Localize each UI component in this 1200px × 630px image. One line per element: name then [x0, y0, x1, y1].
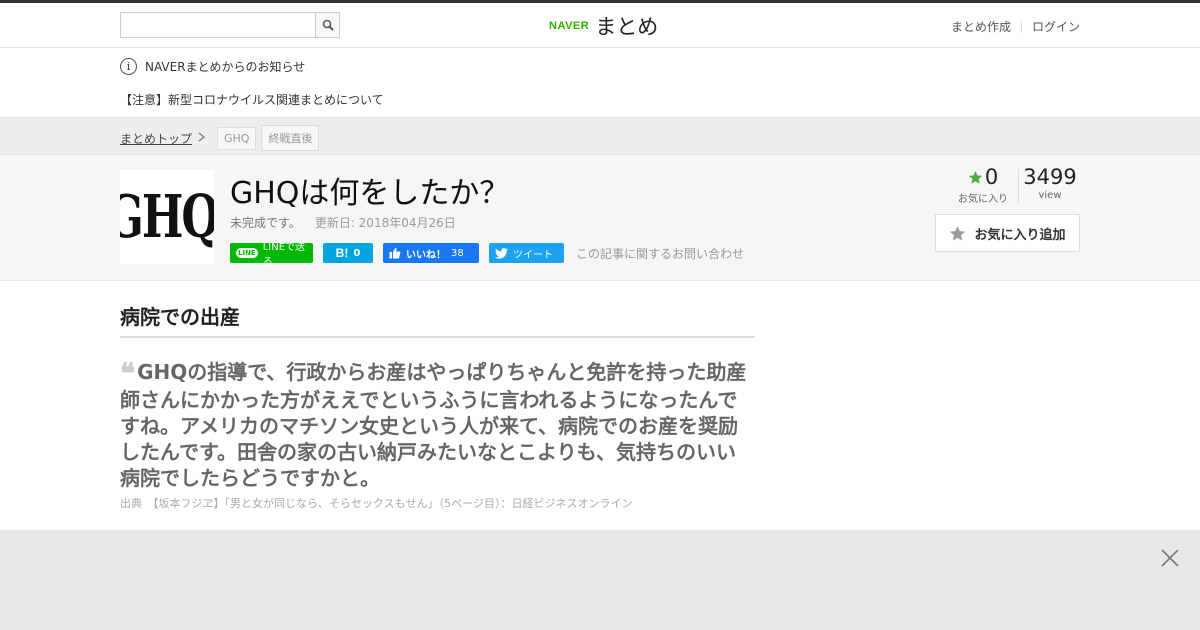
hatena-count: 0: [353, 247, 361, 259]
tag-postwar[interactable]: 終戦直後: [261, 125, 320, 151]
quote-block: ❝ GHQの指導で、行政からお産はやっぱりちゃんと免許を持った助産師さんにかかった…: [120, 359, 755, 491]
thumbnail-text: GHQ: [120, 182, 214, 252]
thumbs-up-icon: [389, 247, 401, 259]
star-icon: [968, 170, 982, 184]
nav-divider: [1020, 20, 1022, 33]
add-favorite-button[interactable]: お気に入り追加: [935, 214, 1080, 252]
close-icon: [1161, 549, 1179, 567]
section-heading: 病院での出産: [120, 301, 755, 338]
line-share-button[interactable]: LINE LINEで送る: [230, 242, 313, 268]
create-matome-link[interactable]: まとめ作成: [951, 18, 1011, 35]
site-logo[interactable]: NAVER まとめ: [549, 11, 658, 41]
chevron-right-icon: [198, 131, 206, 145]
info-icon: i: [120, 58, 137, 75]
notice-title-row: i NAVERまとめからのお知らせ: [120, 58, 305, 75]
view-label: view: [1038, 190, 1062, 201]
facebook-like-label: いいね！: [406, 249, 446, 261]
hatena-icon: B!: [335, 246, 349, 260]
quote-source[interactable]: 出典 【坂本フジヱ】「男と女が同じなら、そらセックスもせん」（5ページ目）：日経…: [120, 495, 632, 511]
logo-name: まとめ: [595, 15, 659, 39]
twitter-bird-icon: [495, 247, 508, 259]
quote-text: GHQの指導で、行政からお産はやっぱりちゃんと免許を持った助産師さんにかかった方…: [120, 360, 747, 490]
quote-mark-icon: ❝: [120, 357, 136, 390]
facebook-like-button[interactable]: いいね！ 38: [383, 243, 479, 263]
search-icon: [322, 19, 334, 31]
article-body: 病院での出産 ❝ GHQの指導で、行政からお産はやっぱりちゃんと免許を持った助産師…: [0, 281, 1200, 529]
article-thumbnail: GHQ: [120, 170, 214, 264]
star-outline-icon: [950, 225, 966, 241]
login-link[interactable]: ログイン: [1032, 18, 1080, 35]
article-status: 未完成です。: [230, 216, 301, 230]
add-favorite-label: お気に入り追加: [974, 227, 1066, 243]
favorite-count: 0: [984, 165, 999, 189]
article-updated: 更新日: 2018年04月26日: [314, 216, 456, 230]
site-header: NAVER まとめ まとめ作成 ログイン: [0, 3, 1200, 48]
search-box: [120, 12, 340, 38]
facebook-like-count: 38: [451, 247, 464, 259]
search-button[interactable]: [315, 12, 340, 38]
favorite-label: お気に入り: [958, 194, 1008, 205]
header-nav: まとめ作成 ログイン: [951, 18, 1080, 35]
favorite-stat: 0 お気に入り: [948, 165, 1018, 205]
view-stat: 3499 view: [1019, 165, 1081, 201]
line-share-label: LINEで送る: [262, 242, 306, 268]
article-header: GHQ GHQは何をしたか？ 未完成です。 更新日: 2018年04月26日 L…: [0, 155, 1200, 281]
breadcrumb-top-link[interactable]: まとめトップ: [120, 130, 192, 147]
contact-link[interactable]: この記事に関するお問い合わせ: [576, 245, 744, 262]
notice-item-link[interactable]: 【注意】新型コロナウイルス関連まとめについて: [120, 91, 384, 108]
tag-ghq[interactable]: GHQ: [217, 126, 257, 150]
tweet-button[interactable]: ツイート: [489, 243, 564, 263]
share-buttons: LINE LINEで送る B! 0 いいね！ 38 ツイート この記事に関するお…: [230, 242, 744, 268]
view-count: 3499: [1023, 165, 1077, 189]
line-icon: LINE: [236, 248, 258, 258]
notice-title: NAVERまとめからのお知らせ: [145, 60, 306, 74]
close-ad-button[interactable]: [1160, 548, 1180, 568]
logo-brand: NAVER: [549, 20, 590, 32]
article-meta: 未完成です。 更新日: 2018年04月26日: [230, 214, 456, 231]
hatena-bookmark-button[interactable]: B! 0: [323, 243, 373, 263]
article-stats: 0 お気に入り 3499 view: [948, 165, 1081, 205]
notice-bar: i NAVERまとめからのお知らせ 【注意】新型コロナウイルス関連まとめについて: [0, 48, 1200, 118]
article-title: GHQは何をしたか？: [230, 176, 510, 211]
breadcrumb: まとめトップ GHQ 終戦直後: [0, 118, 1200, 155]
ad-overlay: [0, 530, 1200, 630]
search-input[interactable]: [120, 12, 315, 38]
tweet-label: ツイート: [513, 249, 553, 261]
